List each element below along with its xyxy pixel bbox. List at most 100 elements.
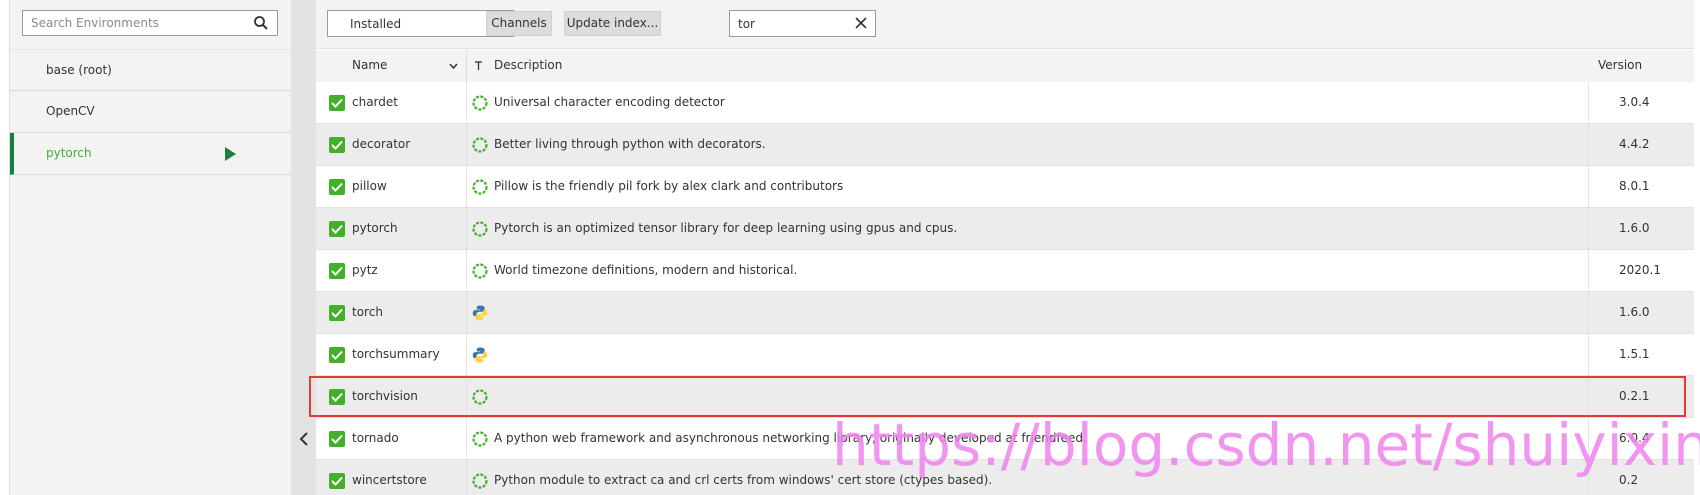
update-index-button[interactable]: Update index...: [564, 11, 661, 36]
column-divider: [1588, 82, 1589, 124]
conda-ring-icon: [471, 388, 489, 406]
column-divider: [1588, 418, 1589, 460]
table-row[interactable]: torchsummary 1.5.1: [316, 334, 1694, 376]
packages-toolbar: Installed Channels Update index...: [316, 0, 1694, 49]
column-divider: [466, 418, 467, 460]
checkbox-checked-icon[interactable]: [329, 95, 345, 111]
close-icon[interactable]: [855, 17, 867, 29]
table-row[interactable]: pillow Pillow is the friendly pil fork by…: [316, 166, 1694, 208]
checkbox-checked-icon[interactable]: [329, 305, 345, 321]
package-version: 3.0.4: [1619, 95, 1650, 109]
column-header-name[interactable]: Name: [352, 58, 387, 72]
python-icon: [471, 304, 489, 322]
environment-list: base (root) OpenCV pytorch: [10, 49, 292, 175]
column-divider: [466, 50, 467, 82]
column-divider: [1588, 124, 1589, 166]
channels-button[interactable]: Channels: [486, 11, 552, 36]
package-description: A python web framework and asynchronous …: [494, 431, 1087, 445]
column-divider: [1588, 376, 1589, 418]
column-divider: [1588, 250, 1589, 292]
type-icon[interactable]: [474, 61, 483, 71]
table-row[interactable]: pytz World timezone definitions, modern a…: [316, 250, 1694, 292]
package-table: chardet Universal character encoding dete…: [316, 82, 1694, 495]
play-icon[interactable]: [225, 147, 236, 161]
column-divider: [466, 124, 467, 166]
package-version: 0.2: [1619, 473, 1639, 487]
checkbox-checked-icon[interactable]: [329, 179, 345, 195]
package-version: 6.0.4: [1619, 431, 1650, 445]
package-version: 1.6.0: [1619, 305, 1650, 319]
package-description: World timezone definitions, modern and h…: [494, 263, 798, 277]
package-name: pytz: [352, 263, 378, 277]
column-divider: [1588, 166, 1589, 208]
package-description: Python module to extract ca and crl cert…: [494, 473, 993, 487]
column-divider: [466, 82, 467, 124]
package-search-box[interactable]: [729, 10, 876, 37]
conda-ring-icon: [471, 136, 489, 154]
table-row[interactable]: chardet Universal character encoding dete…: [316, 82, 1694, 124]
packages-panel: Installed Channels Update index... Name …: [316, 0, 1694, 495]
checkbox-checked-icon[interactable]: [329, 221, 345, 237]
package-name: chardet: [352, 95, 398, 109]
package-version: 4.4.2: [1619, 137, 1650, 151]
checkbox-checked-icon[interactable]: [329, 431, 345, 447]
column-divider: [466, 250, 467, 292]
package-description: Pytorch is an optimized tensor library f…: [494, 221, 958, 235]
search-environments-input[interactable]: [23, 11, 243, 35]
column-header-description[interactable]: Description: [494, 58, 562, 72]
conda-ring-icon: [471, 262, 489, 280]
package-name: pytorch: [352, 221, 398, 235]
package-description: Universal character encoding detector: [494, 95, 725, 109]
column-divider: [466, 208, 467, 250]
package-search-input[interactable]: [730, 11, 840, 36]
env-item-label: OpenCV: [46, 104, 95, 118]
search-icon[interactable]: [253, 15, 269, 31]
env-item-base-root[interactable]: base (root): [10, 49, 292, 91]
table-row[interactable]: pytorch Pytorch is an optimized tensor li…: [316, 208, 1694, 250]
package-name: decorator: [352, 137, 411, 151]
package-version: 1.5.1: [1619, 347, 1650, 361]
package-name: wincertstore: [352, 473, 427, 487]
checkbox-checked-icon[interactable]: [329, 263, 345, 279]
checkbox-checked-icon[interactable]: [329, 137, 345, 153]
panel-splitter[interactable]: [291, 0, 316, 495]
package-name: torch: [352, 305, 383, 319]
chevron-left-icon[interactable]: [298, 432, 310, 446]
column-divider: [466, 460, 467, 495]
env-item-label: base (root): [46, 63, 112, 77]
conda-ring-icon: [471, 220, 489, 238]
column-divider: [466, 292, 467, 334]
package-name: tornado: [352, 431, 399, 445]
column-header-version[interactable]: Version: [1598, 58, 1642, 72]
chevron-down-icon[interactable]: [449, 63, 458, 69]
table-row[interactable]: torch 1.6.0: [316, 292, 1694, 334]
table-header: Name Description Version: [316, 50, 1694, 82]
environments-panel: base (root) OpenCV pytorch: [9, 0, 292, 495]
env-item-pytorch[interactable]: pytorch: [10, 133, 292, 175]
column-divider: [466, 376, 467, 418]
package-version: 2020.1: [1619, 263, 1661, 277]
table-row[interactable]: decorator Better living through python wi…: [316, 124, 1694, 166]
package-version: 8.0.1: [1619, 179, 1650, 193]
package-version: 0.2.1: [1619, 389, 1650, 403]
search-environments-box[interactable]: [22, 10, 278, 36]
package-name: torchsummary: [352, 347, 440, 361]
column-divider: [1588, 292, 1589, 334]
column-divider: [1588, 208, 1589, 250]
column-divider: [1588, 460, 1589, 495]
table-row[interactable]: tornado A python web framework and asynch…: [316, 418, 1694, 460]
checkbox-checked-icon[interactable]: [329, 389, 345, 405]
python-icon: [471, 346, 489, 364]
package-description: Pillow is the friendly pil fork by alex …: [494, 179, 844, 193]
column-divider: [1588, 334, 1589, 376]
checkbox-checked-icon[interactable]: [329, 473, 345, 489]
env-item-label: pytorch: [46, 146, 92, 160]
package-name: torchvision: [352, 389, 418, 403]
table-row[interactable]: wincertstore Python module to extract ca …: [316, 460, 1694, 495]
checkbox-checked-icon[interactable]: [329, 347, 345, 363]
env-item-opencv[interactable]: OpenCV: [10, 91, 292, 133]
column-divider: [466, 166, 467, 208]
table-row[interactable]: torchvision 0.2.1: [316, 376, 1694, 418]
package-filter-value: Installed: [350, 17, 402, 31]
conda-ring-icon: [471, 430, 489, 448]
